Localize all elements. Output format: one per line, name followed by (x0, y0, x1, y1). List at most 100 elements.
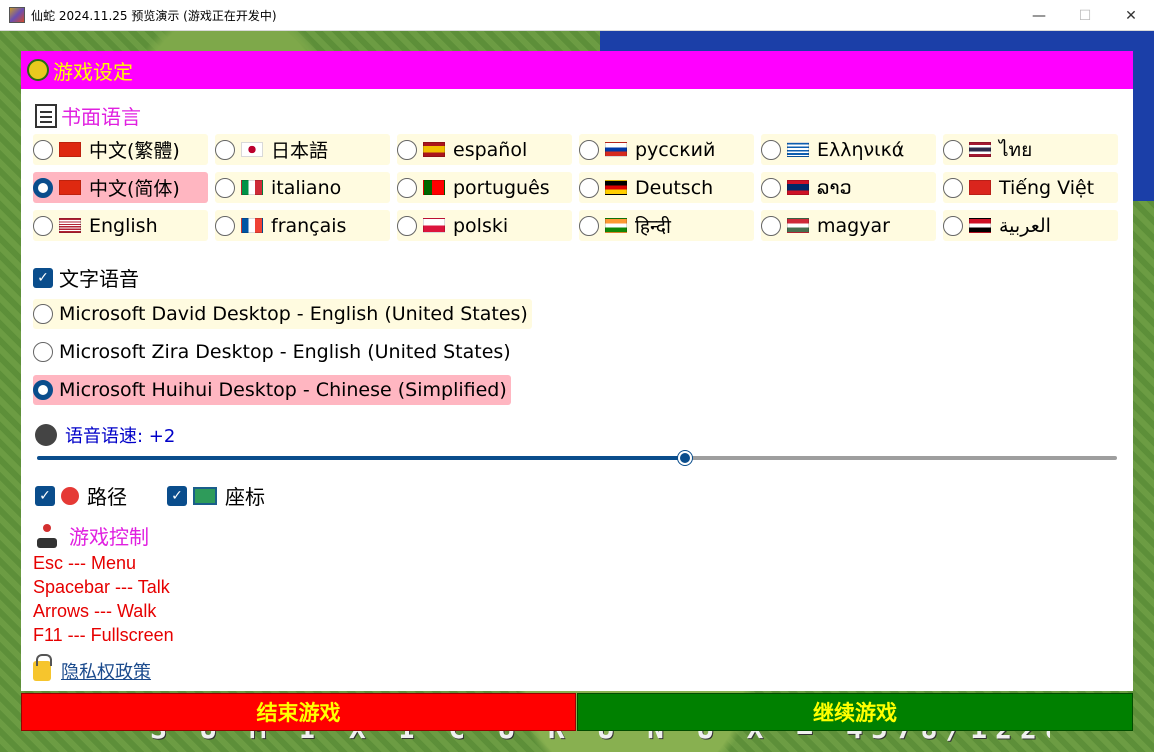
vietnam-flag-icon (969, 180, 991, 195)
game-controls-heading: 游戏控制 (35, 521, 149, 550)
language-option[interactable]: 中文(繁體) (33, 134, 208, 165)
language-radio[interactable] (33, 177, 53, 198)
voice-option-david[interactable]: Microsoft David Desktop - English (Unite… (33, 299, 532, 329)
france-flag-icon (241, 218, 263, 233)
language-label: العربية (999, 214, 1051, 237)
path-checkbox[interactable]: ✓ (35, 485, 55, 506)
language-radio[interactable] (397, 177, 417, 198)
language-radio[interactable] (943, 215, 963, 236)
language-option[interactable]: español (397, 134, 572, 165)
close-button[interactable]: ✕ (1108, 0, 1154, 31)
snake-icon (27, 59, 49, 81)
language-option[interactable]: italiano (215, 172, 390, 203)
path-label: 路径 (87, 485, 127, 509)
settings-dialog: 游戏设定 书面语言 中文(繁體) 日本語 español русский Ελληνικ… (21, 51, 1133, 691)
language-option[interactable]: हिन्दी (579, 210, 754, 241)
language-label: ไทย (999, 138, 1033, 161)
title-bar: 仙蛇 2024.11.25 预览演示 (游戏正在开发中) — ☐ ✕ (0, 0, 1154, 31)
language-option[interactable]: Deutsch (579, 172, 754, 203)
privacy-policy-link[interactable]: 隐私权政策 (61, 658, 151, 684)
control-line: Arrows --- Walk (33, 601, 157, 621)
continue-game-button[interactable]: 继续游戏 (577, 693, 1133, 731)
speaking-head-icon (35, 424, 57, 446)
language-option[interactable]: Tiếng Việt (943, 172, 1118, 203)
coords-checkbox[interactable]: ✓ (167, 485, 187, 506)
language-label: русский (635, 138, 716, 161)
language-radio[interactable] (215, 215, 235, 236)
russia-flag-icon (605, 142, 627, 157)
voice-radio[interactable] (33, 342, 53, 362)
dialog-title: 游戏设定 (53, 59, 133, 84)
spain-flag-icon (423, 142, 445, 157)
language-radio[interactable] (579, 139, 599, 160)
language-label: français (271, 214, 347, 237)
pushpin-icon (61, 486, 79, 505)
language-radio[interactable] (943, 139, 963, 160)
usa-flag-icon (59, 218, 81, 233)
slider-track (685, 456, 1117, 460)
language-option[interactable]: português (397, 172, 572, 203)
slider-thumb[interactable] (678, 451, 692, 465)
maximize-button[interactable]: ☐ (1062, 0, 1108, 31)
language-option[interactable]: polski (397, 210, 572, 241)
language-label: 日本語 (271, 140, 329, 162)
voice-option-huihui[interactable]: Microsoft Huihui Desktop - Chinese (Simp… (33, 375, 511, 405)
language-radio[interactable] (397, 215, 417, 236)
path-toggle[interactable]: ✓ 路径 (35, 481, 127, 510)
language-option[interactable]: français (215, 210, 390, 241)
language-radio[interactable] (761, 177, 781, 198)
language-option[interactable]: русский (579, 134, 754, 165)
language-radio[interactable] (33, 215, 53, 236)
minimize-button[interactable]: — (1016, 0, 1062, 31)
language-label: 中文(繁體) (89, 140, 180, 162)
language-option[interactable]: magyar (761, 210, 936, 241)
language-label: English (89, 214, 158, 237)
language-radio[interactable] (761, 215, 781, 236)
language-radio[interactable] (579, 177, 599, 198)
language-radio[interactable] (943, 177, 963, 198)
language-radio[interactable] (215, 177, 235, 198)
portugal-flag-icon (423, 180, 445, 195)
speech-rate-row: 语音语速: +2 (35, 422, 175, 448)
language-option[interactable]: العربية (943, 210, 1118, 241)
india-flag-icon (605, 218, 627, 233)
written-language-label: 书面语言 (61, 105, 141, 129)
speech-toggle[interactable]: ✓ 文字语音 (33, 263, 139, 292)
language-radio[interactable] (761, 139, 781, 160)
language-option[interactable]: ไทย (943, 134, 1118, 165)
language-label: Tiếng Việt (999, 176, 1095, 199)
voice-radio[interactable] (33, 304, 53, 324)
hong-kong-flag-icon (59, 142, 81, 157)
italy-flag-icon (241, 180, 263, 195)
language-option[interactable]: ລາວ (761, 172, 936, 203)
language-radio[interactable] (397, 139, 417, 160)
app-icon (9, 7, 25, 23)
language-option[interactable]: 中文(简体) (33, 172, 208, 203)
language-label: ລາວ (817, 176, 852, 199)
language-option[interactable]: English (33, 210, 208, 241)
coords-toggle[interactable]: ✓ 座标 (167, 481, 265, 510)
voice-label: Microsoft Zira Desktop - English (United… (59, 341, 511, 363)
voice-radio[interactable] (33, 380, 53, 400)
game-controls-label: 游戏控制 (69, 525, 149, 549)
language-option[interactable]: Ελληνικά (761, 134, 936, 165)
language-radio[interactable] (215, 139, 235, 160)
exit-game-button[interactable]: 结束游戏 (21, 693, 576, 731)
thailand-flag-icon (969, 142, 991, 157)
greece-flag-icon (787, 142, 809, 157)
language-radio[interactable] (33, 139, 53, 160)
japan-flag-icon (241, 142, 263, 157)
window-controls: — ☐ ✕ (1016, 0, 1154, 31)
language-label: magyar (817, 214, 890, 237)
control-line: F11 --- Fullscreen (33, 625, 174, 645)
language-radio[interactable] (579, 215, 599, 236)
language-option[interactable]: 日本語 (215, 134, 390, 165)
language-label: 中文(简体) (89, 178, 180, 200)
hungary-flag-icon (787, 218, 809, 233)
speech-checkbox[interactable]: ✓ (33, 267, 53, 288)
voice-option-zira[interactable]: Microsoft Zira Desktop - English (United… (33, 337, 515, 367)
speech-rate-slider[interactable] (37, 448, 1117, 468)
control-line: Spacebar --- Talk (33, 577, 170, 597)
poland-flag-icon (423, 218, 445, 233)
map-icon (193, 486, 217, 505)
